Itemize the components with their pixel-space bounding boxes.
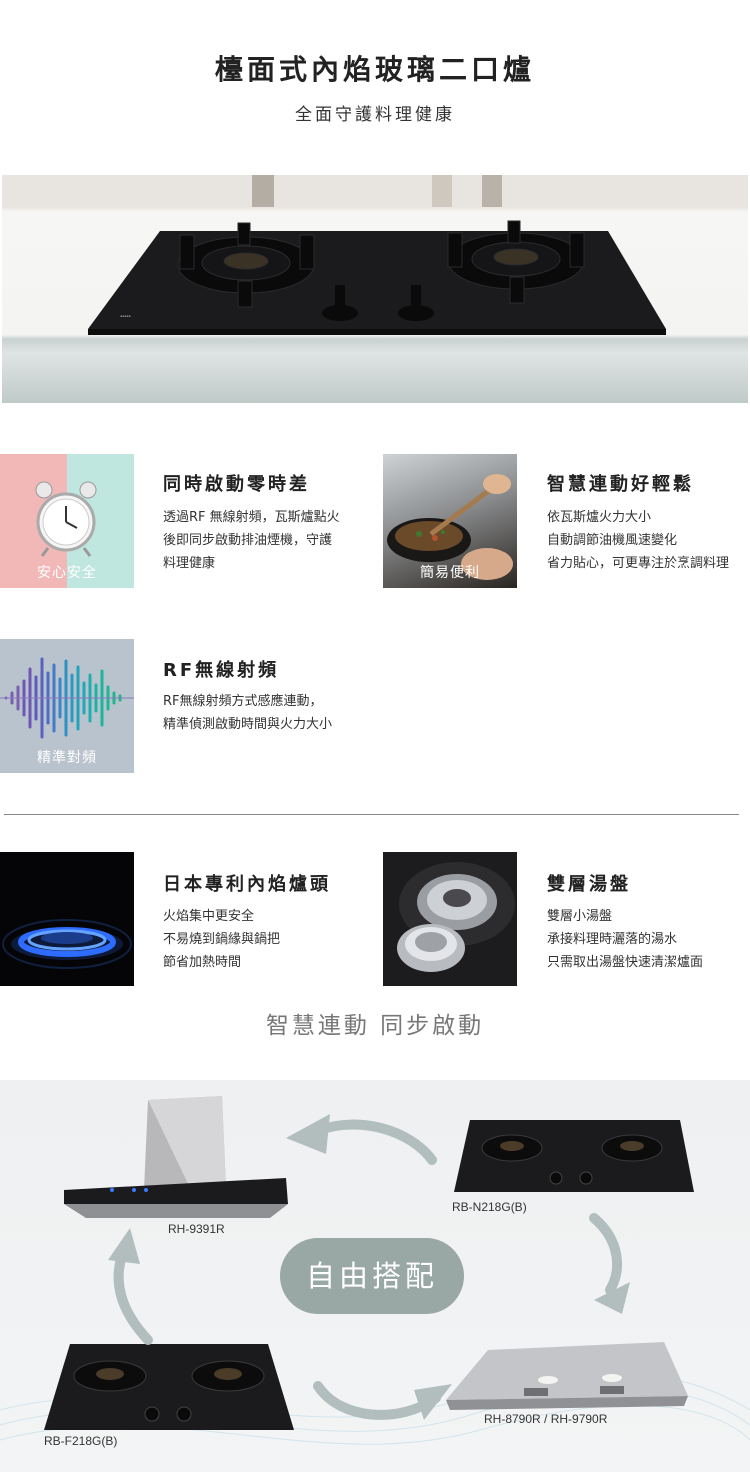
drip-tray-thumbnail (383, 852, 517, 986)
range-hood-8790r-image (446, 1342, 688, 1410)
feature-title-sync: 同時啟動零時差 (163, 474, 310, 495)
rf-badge: 精準對頻 (37, 750, 97, 766)
page-title: 檯面式內焰玻璃二口爐 (214, 53, 535, 86)
model-label-rh8790r: RH-8790R / RH-9790R (484, 1412, 608, 1426)
burner-flame-thumbnail (0, 852, 134, 986)
free-combo-label: 自由搭配 (280, 1238, 464, 1314)
convenience-thumbnail: 簡易便利 (383, 454, 517, 588)
safety-thumbnail: 安心安全 (0, 454, 134, 588)
svg-text:▪▪▪▪▪: ▪▪▪▪▪ (120, 314, 131, 320)
section-divider (4, 814, 739, 815)
model-label-rbf218g: RB-F218G(B) (44, 1434, 118, 1448)
feature-body-rf: RF無線射頻方式感應連動， 精準偵測啟動時間與火力大小 (163, 694, 333, 732)
page-subtitle: 全面守護料理健康 (295, 105, 455, 125)
safety-badge: 安心安全 (37, 565, 97, 581)
feature-title-tray: 雙層湯盤 (547, 874, 631, 895)
slogan: 智慧連動 同步啟動 (265, 1013, 485, 1039)
feature-title-smart: 智慧連動好輕鬆 (547, 474, 694, 495)
convenience-badge: 簡易便利 (420, 565, 480, 581)
feature-title-rf: RF無線射頻 (163, 660, 280, 681)
rf-thumbnail: 精準對頻 (0, 639, 134, 773)
model-label-rh9391r: RH-9391R (168, 1222, 225, 1236)
sound-wave-icon (0, 657, 134, 739)
alarm-clock-icon (35, 481, 97, 557)
cooktop-n218g-image (454, 1120, 694, 1192)
range-hood-9391r-image (64, 1096, 288, 1218)
feature-body-tray: 雙層小湯盤 承接料理時灑落的湯水 只需取出湯盤快速清潔爐面 (547, 909, 704, 970)
feature-body-burner: 火焰集中更安全 不易燒到鍋緣與鍋把 節省加熱時間 (163, 909, 281, 970)
feature-body-smart: 依瓦斯爐火力大小 自動調節油機風速變化 省力貼心，可更專注於烹調料理 (547, 510, 730, 571)
model-label-rbn218g: RB-N218G(B) (452, 1200, 527, 1214)
feature-body-sync: 透過RF 無線射頻，瓦斯爐點火 後即同步啟動排油煙機，守護 料理健康 (163, 510, 340, 571)
feature-title-burner: 日本專利內焰爐頭 (163, 874, 331, 895)
hero-cooktop-image: ▪▪▪▪▪ (2, 175, 748, 403)
cooktop-f218g-image (44, 1344, 294, 1430)
